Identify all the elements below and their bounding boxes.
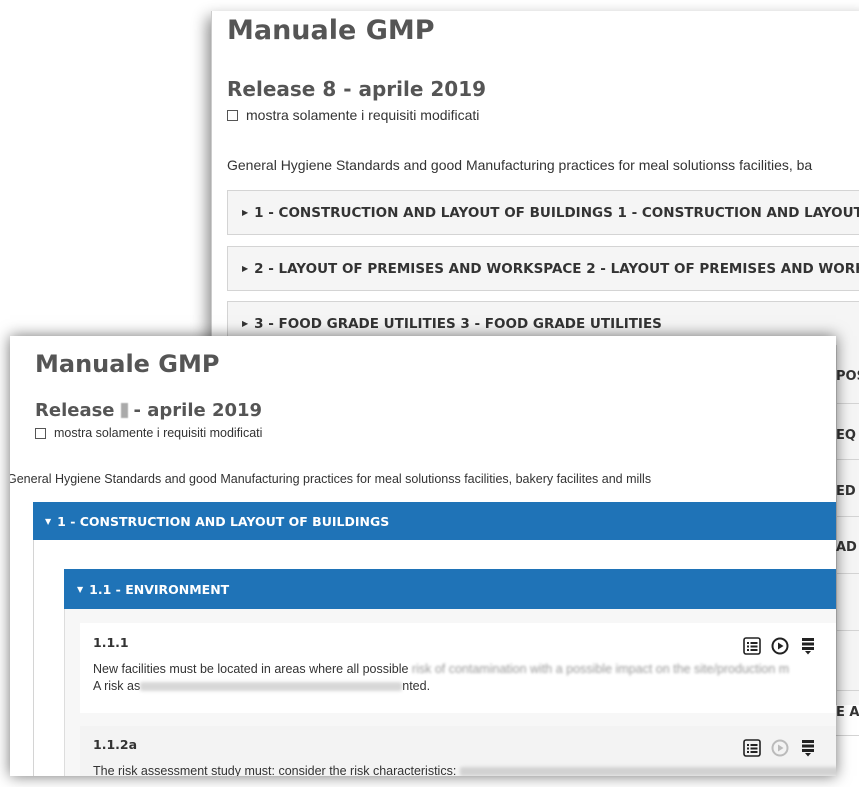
modified-filter[interactable]: mostra solamente i requisiti modificati [227,107,479,123]
requirement-text: nted. [402,679,431,693]
section-5-fragment[interactable]: EQ [836,428,859,443]
section-1-label: 1 - CONSTRUCTION AND LAYOUT OF BUILDINGS… [254,204,859,221]
blurred-text [459,767,836,776]
list-icon[interactable] [743,739,761,757]
requirement-actions [743,739,817,757]
requirement-text: A risk as [93,679,141,693]
release-heading: Release 8 - aprile 2019 [227,77,487,101]
front-window: Manuale GMP Release - aprile 2019 mostra… [10,336,836,776]
section-1-header[interactable]: ▼ 1 - CONSTRUCTION AND LAYOUT OF BUILDIN… [33,502,836,540]
requirement-actions [743,637,817,655]
subsection-1-1-header[interactable]: ▼ 1.1 - ENVIRONMENT [64,569,836,609]
section-7-fragment[interactable]: AD [836,540,859,555]
release-suffix: - aprile 2019 [133,400,263,421]
section-4-fragment[interactable]: POS [836,369,859,384]
play-circle-icon[interactable] [771,637,789,655]
caret-right-icon: ▶ [242,319,249,328]
text-lines-icon[interactable] [799,739,817,757]
caret-right-icon: ▶ [242,208,249,217]
modified-filter[interactable]: mostra solamente i requisiti modificati [35,426,262,440]
release-heading: Release - aprile 2019 [35,400,262,421]
list-icon[interactable] [743,637,761,655]
section-2-label: 2 - LAYOUT OF PREMISES AND WORKSPACE 2 -… [254,260,859,277]
caret-down-icon: ▼ [45,516,52,526]
blurred-text [140,682,403,692]
section-1-label: 1 - CONSTRUCTION AND LAYOUT OF BUILDINGS [57,513,390,529]
subsection-1-1-label: 1.1 - ENVIRONMENT [89,581,230,597]
requirement-text: New facilities must be located in areas … [93,662,409,676]
page-title: Manuale GMP [35,350,220,378]
requirement-text-blurred: risk of contamination with a possible im… [411,662,790,676]
page-title: Manuale GMP [227,15,435,46]
requirement-text-line-1: The risk assessment study must: consider… [93,764,836,776]
description: General Hygiene Standards and good Manuf… [10,472,652,486]
section-6-fragment[interactable]: ED I [836,484,859,499]
requirement-text: The risk assessment study must: consider… [93,764,457,776]
redacted-number [120,403,128,418]
modified-filter-checkbox[interactable] [227,109,238,121]
section-2-accordion[interactable]: ▶ 2 - LAYOUT OF PREMISES AND WORKSPACE 2… [227,246,859,291]
requirement-text-line-1: New facilities must be located in areas … [93,662,789,676]
description: General Hygiene Standards and good Manuf… [227,157,813,173]
modified-filter-label: mostra solamente i requisiti modificati [54,426,263,440]
play-circle-icon[interactable] [771,739,789,757]
caret-down-icon: ▼ [77,584,84,594]
section-1-accordion[interactable]: ▶ 1 - CONSTRUCTION AND LAYOUT OF BUILDIN… [227,190,859,235]
requirement-text-line-2: A risk as nted. [93,679,430,693]
modified-filter-label: mostra solamente i requisiti modificati [246,107,480,123]
requirement-id: 1.1.2a [93,737,138,752]
caret-right-icon: ▶ [242,264,249,273]
back-accordion-strip [836,345,859,705]
release-prefix: Release [35,400,115,421]
section-3-label: 3 - FOOD GRADE UTILITIES 3 - FOOD GRADE … [254,315,662,332]
modified-filter-checkbox[interactable] [35,427,46,439]
section-8-fragment[interactable]: E A [836,705,859,720]
requirement-id: 1.1.1 [93,635,129,650]
text-lines-icon[interactable] [799,637,817,655]
